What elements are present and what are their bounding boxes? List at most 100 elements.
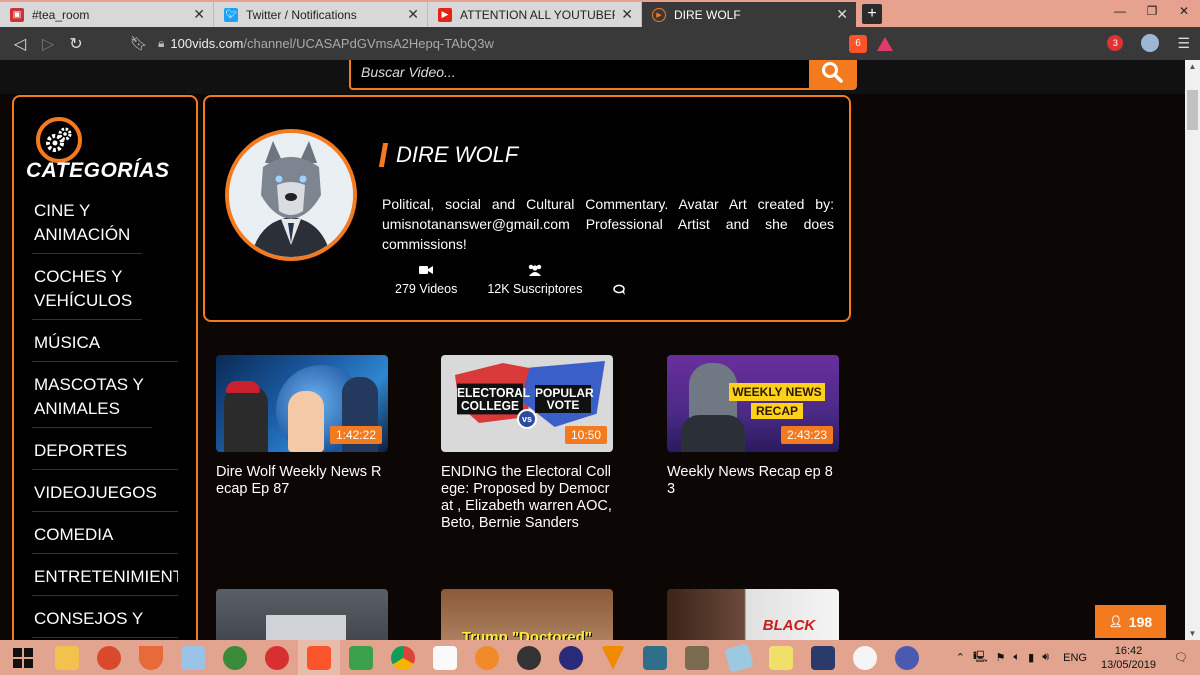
url-path: /channel/UCASAPdGVmsA2Hepq-TAbQ3w: [243, 36, 494, 51]
brave-rewards-icon[interactable]: [877, 36, 893, 51]
notifications-icon[interactable]: 🗨︎: [1174, 651, 1188, 664]
tab-title: DIRE WOLF: [674, 7, 741, 22]
blender-icon[interactable]: [466, 640, 508, 675]
anime-icon[interactable]: [760, 640, 802, 675]
category-item[interactable]: VIDEOJUEGOS: [32, 479, 178, 512]
forward-icon[interactable]: ▷: [34, 34, 62, 54]
thumb-person: [224, 385, 268, 452]
reload-icon[interactable]: ↻: [62, 34, 90, 54]
video-thumbnail[interactable]: ELECTORAL COLLEGE vs POPULAR VOTE 10:50: [441, 355, 613, 452]
category-item[interactable]: DEPORTES: [32, 437, 178, 470]
skull-icon[interactable]: [844, 640, 886, 675]
bookmark-icon[interactable]: 🔖︎: [130, 35, 148, 52]
video-title[interactable]: ENDING the Electoral College: Proposed b…: [441, 464, 613, 532]
thumb-trump-label: Trump "Doctored": [461, 629, 593, 640]
extension-badge-icon[interactable]: 3: [1107, 35, 1124, 51]
category-item[interactable]: COMEDIA: [32, 521, 178, 554]
browser-tab-bar: ▣ #tea_room ✕ 🐦︎ Twitter / Notifications…: [0, 0, 1200, 27]
audio-icon[interactable]: [550, 640, 592, 675]
alert-icon[interactable]: [886, 640, 928, 675]
category-item[interactable]: MÚSICA: [32, 329, 178, 362]
channel-avatar: [225, 129, 357, 261]
windows-start-button[interactable]: [0, 640, 46, 675]
back-icon[interactable]: ◁: [6, 34, 34, 54]
notes-icon[interactable]: [718, 640, 760, 675]
monitor-icon[interactable]: [172, 640, 214, 675]
close-icon[interactable]: ✕: [836, 6, 848, 23]
video-card[interactable]: ELECTORAL COLLEGE vs POPULAR VOTE 10:50 …: [441, 355, 613, 532]
vlc-icon[interactable]: [592, 640, 634, 675]
editor-icon[interactable]: [634, 640, 676, 675]
brave-shield-icon[interactable]: 6: [849, 34, 867, 53]
send-icon[interactable]: [340, 640, 382, 675]
category-item[interactable]: ENTRETENIMIENTO: [32, 563, 178, 596]
category-item[interactable]: CONSEJOS Y: [32, 605, 178, 638]
video-thumbnail[interactable]: Trump "Doctored": [441, 589, 613, 640]
chrome-icon[interactable]: [382, 640, 424, 675]
subscribers-count: 12K Suscriptores: [487, 282, 583, 296]
gimp-icon[interactable]: [676, 640, 718, 675]
chevron-up-icon[interactable]: ⌃: [956, 651, 965, 664]
tab-dire-wolf[interactable]: ▶ DIRE WOLF ✕: [642, 2, 856, 27]
video-title[interactable]: Weekly News Recap ep 83: [667, 464, 839, 498]
search-input[interactable]: [351, 60, 809, 88]
maximize-icon[interactable]: ❐: [1136, 0, 1168, 24]
scroll-up-icon[interactable]: ▲: [1185, 62, 1200, 71]
volume-icon[interactable]: 🔈︎: [1014, 651, 1021, 664]
tab-twitter[interactable]: 🐦︎ Twitter / Notifications ✕: [214, 2, 428, 27]
category-item[interactable]: MASCOTAS Y ANIMALES: [32, 371, 152, 428]
new-tab-button[interactable]: +: [862, 4, 882, 24]
close-window-icon[interactable]: ✕: [1168, 0, 1200, 24]
menu-icon[interactable]: ☰: [1177, 35, 1190, 52]
tree-icon[interactable]: [214, 640, 256, 675]
video-title[interactable]: Dire Wolf Weekly News Recap Ep 87: [216, 464, 388, 498]
profile-avatar-icon[interactable]: [1141, 34, 1160, 52]
tab-tea-room[interactable]: ▣ #tea_room ✕: [0, 2, 214, 27]
discord-icon: ▣: [10, 7, 24, 22]
clock-time: 16:42: [1114, 644, 1143, 657]
video-card[interactable]: Trump "Doctored": [441, 589, 613, 640]
video-card[interactable]: [216, 589, 388, 640]
video-search-bar: [349, 60, 857, 90]
channel-name-text: DIRE WOLF: [396, 142, 519, 167]
close-icon[interactable]: ✕: [193, 6, 205, 23]
scrollbar-thumb[interactable]: [1187, 90, 1198, 130]
windows-logo-icon: [13, 647, 33, 668]
video-card[interactable]: WEEKLY NEWS RECAP 2:43:23 Weekly News Re…: [667, 355, 839, 498]
system-clock[interactable]: 16:42 13/05/2019: [1101, 644, 1156, 672]
scroll-down-icon[interactable]: ▼: [1185, 629, 1200, 638]
youtube-icon: ▶: [438, 7, 452, 22]
game-icon[interactable]: [802, 640, 844, 675]
minimize-icon[interactable]: —: [1104, 0, 1136, 24]
video-card[interactable]: BLACK: [667, 589, 839, 640]
document-icon[interactable]: [424, 640, 466, 675]
category-item[interactable]: COCHES Y VEHÍCULOS: [32, 263, 142, 320]
page-scrollbar[interactable]: ▲ ▼: [1185, 60, 1200, 640]
video-thumbnail[interactable]: 1:42:22: [216, 355, 388, 452]
downloader-icon[interactable]: [256, 640, 298, 675]
video-thumbnail[interactable]: [216, 589, 388, 640]
signal-icon[interactable]: ▮: [1028, 651, 1034, 664]
language-indicator[interactable]: ENG: [1063, 652, 1087, 664]
video-duration: 2:43:23: [780, 426, 833, 444]
tab-youtube[interactable]: ▶ ATTENTION ALL YOUTUBERS - YO ✕: [428, 2, 642, 27]
video-thumbnail[interactable]: WEEKLY NEWS RECAP 2:43:23: [667, 355, 839, 452]
speaker-icon[interactable]: 🔊︎: [1042, 651, 1049, 664]
comments-stat[interactable]: [612, 262, 627, 296]
ccleaner-icon[interactable]: [88, 640, 130, 675]
search-button[interactable]: [809, 60, 855, 88]
file-explorer-icon[interactable]: [46, 640, 88, 675]
category-item[interactable]: CINE Y ANIMACIÓN: [32, 197, 142, 254]
video-thumbnail[interactable]: BLACK: [667, 589, 839, 640]
channel-info-card: DIRE WOLF Political, social and Cultural…: [203, 95, 851, 322]
network-off-icon[interactable]: 🖳︎: [973, 648, 988, 667]
video-card[interactable]: 1:42:22 Dire Wolf Weekly News Recap Ep 8…: [216, 355, 388, 498]
obs-icon[interactable]: [508, 640, 550, 675]
cocktail-icon[interactable]: [130, 640, 172, 675]
address-bar[interactable]: 🔒︎ 100vids.com/channel/UCASAPdGVmsA2Hepq…: [158, 32, 893, 56]
flag-icon[interactable]: ⚑: [996, 651, 1006, 664]
brave-icon[interactable]: [298, 640, 340, 675]
close-icon[interactable]: ✕: [621, 6, 633, 23]
close-icon[interactable]: ✕: [407, 6, 419, 23]
channel-description: Political, social and Cultural Commentar…: [382, 196, 834, 252]
